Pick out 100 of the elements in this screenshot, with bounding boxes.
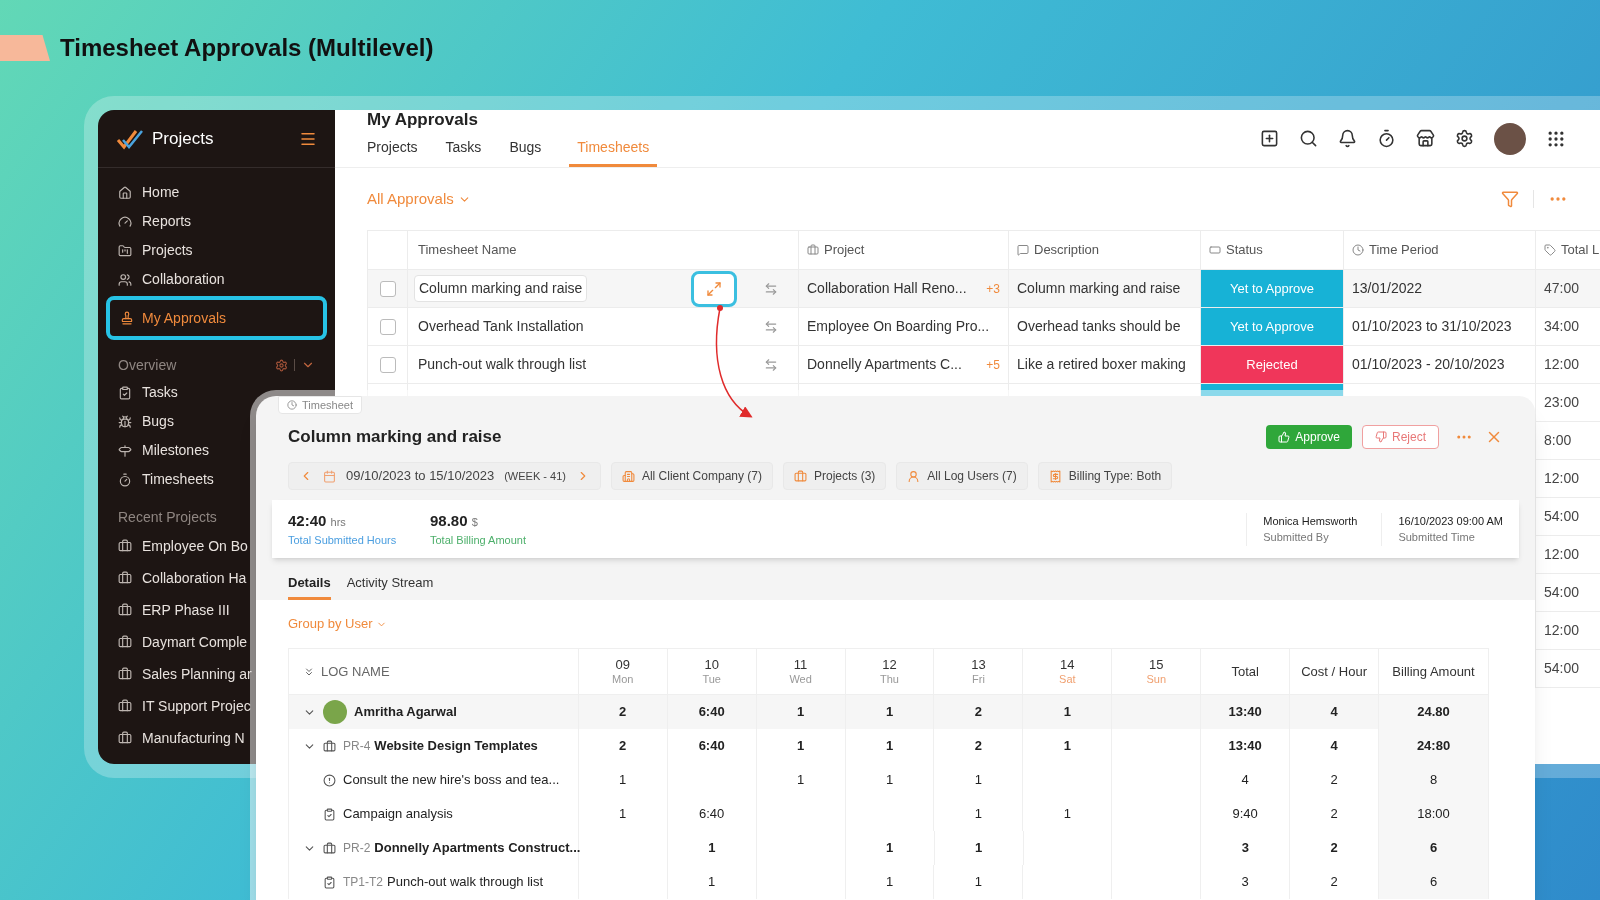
- total-cell-text: 9:40: [1232, 805, 1258, 824]
- tab[interactable]: Projects: [367, 137, 418, 167]
- filter-chip[interactable]: All Client Company (7): [610, 462, 773, 490]
- column-header: Cost / Hour: [1301, 662, 1367, 681]
- submitter-label: Submitted By: [1263, 530, 1330, 545]
- filter-chip[interactable]: All Log Users (7): [896, 462, 1028, 490]
- hours-cell-text: 1: [708, 873, 716, 892]
- more-count: +5: [986, 356, 1000, 374]
- add-icon[interactable]: [1260, 129, 1279, 148]
- sidebar-item[interactable]: Projects: [118, 236, 193, 265]
- billing-amount: 98.80 $: [430, 510, 479, 531]
- slide-title: Timesheet Approvals (Multilevel): [60, 33, 434, 63]
- recent-project-item[interactable]: IT Support Projec: [118, 690, 251, 722]
- day-date: 14: [1060, 656, 1075, 672]
- table-cell-text: 01/10/2023 to 31/10/2023: [1352, 317, 1512, 336]
- tab[interactable]: Tasks: [445, 137, 482, 167]
- filter-chip[interactable]: Projects (3): [783, 462, 887, 490]
- thumbs-down-icon: [1375, 431, 1387, 443]
- recent-project-item[interactable]: Collaboration Ha: [118, 562, 247, 594]
- alert-icon: [323, 773, 336, 787]
- app-name: Projects: [152, 127, 214, 150]
- day-date: 10: [704, 656, 719, 672]
- hours-cell-text: 1: [974, 873, 983, 892]
- cost-cell-text: 2: [1330, 839, 1338, 858]
- timesheet-name[interactable]: Column marking and raise: [414, 275, 588, 302]
- title-marker: [0, 35, 50, 61]
- sidebar-item[interactable]: Tasks: [118, 378, 178, 407]
- more-count: +3: [986, 280, 1000, 298]
- rectangle-icon: [1209, 244, 1221, 256]
- briefcase-icon: [118, 699, 132, 713]
- recent-project-item[interactable]: Daymart Comple: [118, 626, 248, 658]
- table-cell-text: 54:00: [1544, 659, 1580, 678]
- hours-cell-text: 1: [974, 839, 983, 858]
- section-heading: Overview: [118, 355, 177, 375]
- table-cell-text: 13/01/2022: [1352, 279, 1423, 298]
- filter-icon[interactable]: [1501, 190, 1519, 208]
- briefcase-icon: [118, 731, 132, 745]
- total-cell-text: 3: [1241, 839, 1249, 858]
- calendar-icon: [323, 469, 336, 483]
- sidebar-item[interactable]: Reports: [118, 207, 192, 236]
- table-cell-text: Column marking and raise: [1017, 279, 1181, 298]
- bell-icon[interactable]: [1338, 129, 1357, 148]
- page-title: My Approvals: [367, 110, 479, 131]
- sidebar-item[interactable]: Bugs: [118, 407, 174, 436]
- timesheet-name[interactable]: Overhead Tank Installation: [414, 314, 588, 339]
- table-cell-text: 8:00: [1544, 431, 1572, 450]
- status-cell: Rejected: [1201, 346, 1343, 383]
- billing-cell-text: 24:80: [1416, 737, 1451, 756]
- day-name: Fri: [972, 671, 985, 687]
- hours-cell-text: 1: [619, 771, 627, 790]
- store-icon[interactable]: [1416, 129, 1435, 148]
- swap-icon[interactable]: [763, 281, 778, 296]
- hours-cell-text: 6:40: [699, 805, 725, 824]
- stopwatch-icon[interactable]: [1377, 129, 1396, 148]
- swap-icon[interactable]: [763, 357, 778, 372]
- settings-icon[interactable]: [1455, 129, 1474, 148]
- column-header: LOG NAME: [321, 662, 390, 681]
- swap-icon[interactable]: [763, 319, 778, 334]
- billing-cell-text: 24.80: [1417, 703, 1450, 722]
- column-header: Billing Amount: [1392, 662, 1475, 681]
- filter-chip[interactable]: Billing Type: Both: [1037, 462, 1173, 490]
- clock-icon: [1352, 244, 1364, 256]
- hours-cell-text: 1: [796, 737, 805, 756]
- expand-icon: [706, 280, 722, 297]
- table-cell-text: 01/10/2023 - 20/10/2023: [1352, 355, 1505, 374]
- avatar[interactable]: [1494, 122, 1526, 155]
- logo-icon: [116, 127, 144, 150]
- briefcase-icon: [118, 539, 132, 553]
- hours-cell-text: 1: [1063, 703, 1071, 722]
- recent-project-item[interactable]: Manufacturing N: [118, 722, 245, 754]
- hours-cell-text: 6:40: [698, 737, 725, 756]
- tab[interactable]: Activity Stream: [346, 572, 434, 600]
- tab[interactable]: Bugs: [509, 137, 542, 167]
- sidebar-item[interactable]: Collaboration: [118, 265, 225, 294]
- briefcase-icon: [118, 571, 132, 585]
- recent-project-item[interactable]: ERP Phase III: [118, 594, 230, 626]
- recent-project-item[interactable]: Employee On Bo: [118, 530, 248, 562]
- billing-cell-text: 18:00: [1417, 805, 1450, 824]
- column-header: Timesheet Name: [418, 241, 517, 260]
- hours-cell-text: 1: [796, 771, 805, 790]
- checkbox[interactable]: [379, 318, 396, 335]
- search-icon[interactable]: [1299, 129, 1318, 148]
- collapse-all-icon[interactable]: [303, 665, 315, 678]
- hours-cell-text: 2: [619, 703, 627, 722]
- gear-icon[interactable]: [275, 358, 288, 372]
- total-cell-text: 13:40: [1228, 703, 1262, 722]
- timesheet-name[interactable]: Punch-out walk through list: [414, 352, 591, 377]
- table-cell-text: 12:00: [1544, 545, 1580, 564]
- clipboard-icon: [118, 385, 132, 400]
- checkbox[interactable]: [379, 356, 396, 373]
- checkbox[interactable]: [379, 280, 396, 297]
- cost-cell-text: 2: [1330, 771, 1338, 790]
- sidebar-item[interactable]: Home: [118, 178, 180, 207]
- billing-cell-text: 8: [1429, 771, 1438, 790]
- hours-cell-text: 2: [619, 737, 627, 756]
- sidebar-item[interactable]: My Approvals: [106, 296, 327, 340]
- cost-cell-text: 2: [1330, 873, 1338, 892]
- hours-cell-text: 2: [974, 737, 983, 756]
- sidebar-item[interactable]: Milestones: [118, 436, 209, 465]
- sidebar-item[interactable]: Timesheets: [118, 465, 214, 494]
